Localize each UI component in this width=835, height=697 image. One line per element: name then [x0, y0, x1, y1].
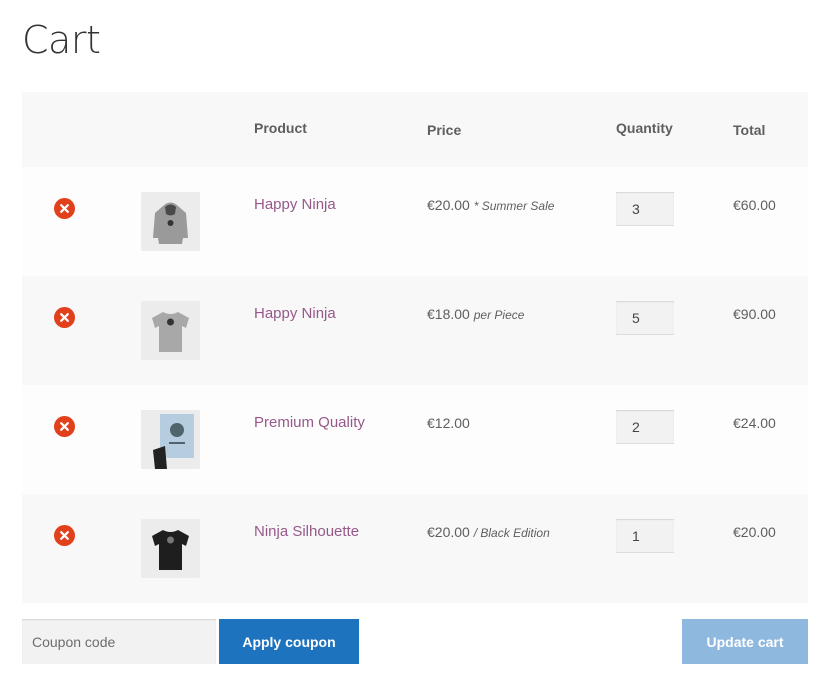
update-cart-button[interactable]: Update cart — [682, 619, 808, 664]
apply-coupon-button[interactable]: Apply coupon — [219, 619, 359, 664]
quantity-input[interactable] — [616, 301, 674, 335]
quantity-input[interactable] — [616, 192, 674, 226]
remove-icon — [60, 204, 69, 213]
remove-icon — [60, 531, 69, 540]
remove-icon — [60, 313, 69, 322]
remove-item-button[interactable] — [54, 307, 75, 328]
tshirt-image — [152, 530, 189, 570]
price-value: €20.00 — [427, 524, 470, 540]
line-total: €60.00 — [733, 197, 776, 213]
product-thumbnail[interactable] — [141, 410, 200, 469]
table-row: Happy Ninja €20.00 * Summer Sale €60.00 — [22, 167, 808, 276]
cart-page: Cart Product Price Quantity Total Happy … — [0, 0, 835, 697]
remove-item-button[interactable] — [54, 198, 75, 219]
remove-item-button[interactable] — [54, 525, 75, 546]
cart-table: Product Price Quantity Total Happy Ninja… — [22, 92, 808, 603]
price-value: €20.00 — [427, 197, 470, 213]
price-note: * Summer Sale — [473, 199, 555, 213]
line-total: €24.00 — [733, 415, 776, 431]
price-value: €12.00 — [427, 415, 470, 431]
table-row: Happy Ninja €18.00 per Piece €90.00 — [22, 276, 808, 385]
table-header: Product Price Quantity Total — [22, 92, 808, 167]
table-row: Premium Quality €12.00 €24.00 — [22, 385, 808, 494]
price-note: per Piece — [473, 308, 525, 322]
product-thumbnail[interactable] — [141, 192, 200, 251]
header-quantity: Quantity — [616, 120, 673, 136]
header-total: Total — [733, 122, 766, 138]
line-total: €90.00 — [733, 306, 776, 322]
hoodie-image — [153, 202, 188, 244]
product-price: €12.00 — [427, 415, 470, 431]
product-price: €20.00 * Summer Sale — [427, 197, 554, 213]
product-name-link[interactable]: Happy Ninja — [254, 196, 336, 213]
quantity-input[interactable] — [616, 519, 674, 553]
remove-item-button[interactable] — [54, 416, 75, 437]
table-row: Ninja Silhouette €20.00 / Black Edition … — [22, 494, 808, 603]
page-title: Cart — [22, 18, 101, 62]
product-name-link[interactable]: Premium Quality — [254, 414, 365, 431]
remove-icon — [60, 422, 69, 431]
header-product: Product — [254, 120, 307, 136]
coupon-code-input[interactable] — [22, 619, 216, 664]
product-thumbnail[interactable] — [141, 301, 200, 360]
product-thumbnail[interactable] — [141, 519, 200, 578]
line-total: €20.00 — [733, 524, 776, 540]
product-price: €20.00 / Black Edition — [427, 524, 550, 540]
price-note: / Black Edition — [473, 526, 550, 540]
header-price: Price — [427, 122, 462, 138]
tshirt-image — [152, 312, 189, 352]
price-value: €18.00 — [427, 306, 470, 322]
product-name-link[interactable]: Happy Ninja — [254, 305, 336, 322]
quantity-input[interactable] — [616, 410, 674, 444]
poster-image — [153, 414, 194, 469]
product-price: €18.00 per Piece — [427, 306, 524, 322]
product-name-link[interactable]: Ninja Silhouette — [254, 523, 359, 540]
